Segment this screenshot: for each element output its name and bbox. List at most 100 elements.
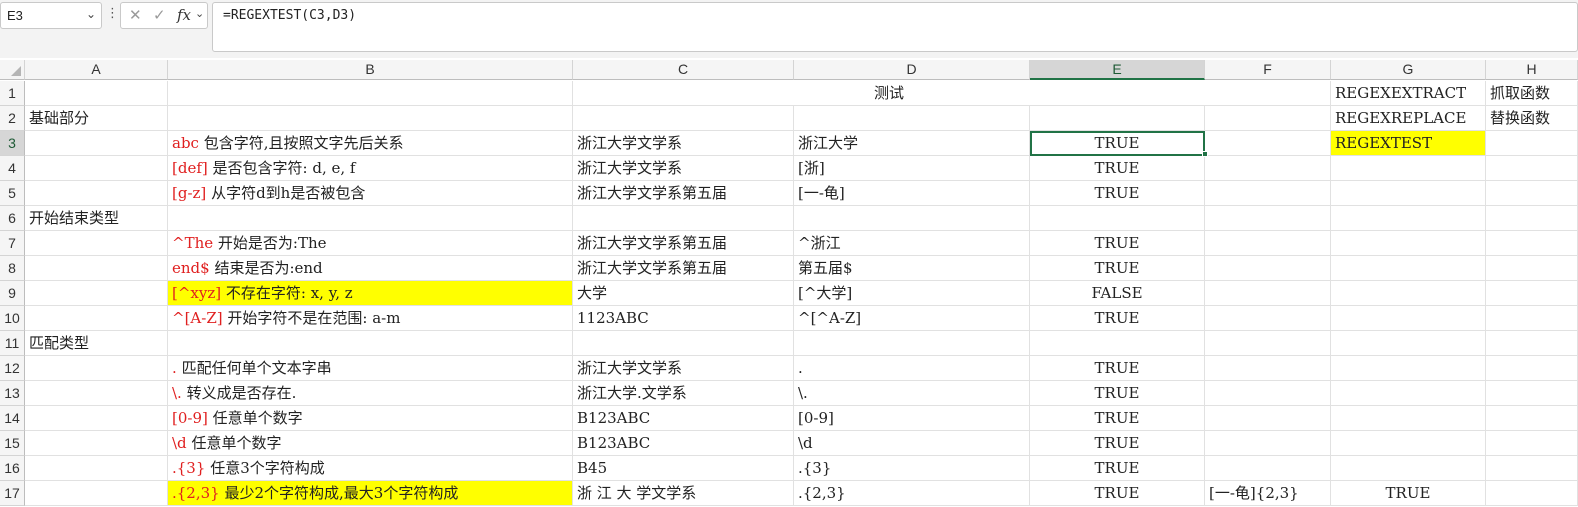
row-header-14[interactable]: 14 (0, 406, 25, 431)
empty-cell[interactable] (1205, 81, 1331, 106)
empty-cell[interactable] (1486, 206, 1578, 231)
cell-b7[interactable]: ^The 开始是否为:The (168, 231, 573, 256)
empty-cell[interactable] (25, 381, 168, 406)
cell-d10[interactable]: ^[^A-Z] (794, 306, 1030, 331)
empty-cell[interactable] (25, 81, 168, 106)
empty-cell[interactable] (1205, 306, 1331, 331)
column-header-a[interactable]: A (25, 60, 168, 80)
cell-b9[interactable]: [^xyz] 不存在字符: x, y, z (168, 281, 573, 306)
column-header-d[interactable]: D (794, 60, 1030, 80)
empty-cell[interactable] (1331, 356, 1486, 381)
empty-cell[interactable] (1205, 106, 1331, 131)
empty-cell[interactable] (1205, 131, 1331, 156)
row-header-11[interactable]: 11 (0, 331, 25, 356)
column-header-f[interactable]: F (1205, 60, 1331, 80)
cell-h2[interactable]: 替换函数 (1486, 106, 1578, 131)
cell-c8[interactable]: 浙江大学文学系第五届 (573, 256, 794, 281)
row-header-6[interactable]: 6 (0, 206, 25, 231)
empty-cell[interactable] (25, 231, 168, 256)
empty-cell[interactable] (1331, 456, 1486, 481)
fill-handle[interactable] (1202, 151, 1208, 157)
cell-b3[interactable]: abc 包含字符,且按照文字先后关系 (168, 131, 573, 156)
empty-cell[interactable] (1486, 431, 1578, 456)
empty-cell[interactable] (1331, 406, 1486, 431)
cell-a6[interactable]: 开始结束类型 (25, 206, 168, 231)
name-box[interactable]: E3 ⌄ (0, 2, 102, 29)
x-icon[interactable]: ✕ (129, 6, 142, 24)
row-header-13[interactable]: 13 (0, 381, 25, 406)
empty-cell[interactable] (1030, 206, 1205, 231)
empty-cell[interactable] (1205, 281, 1331, 306)
empty-cell[interactable] (1030, 331, 1205, 356)
function-icon[interactable]: fx (177, 6, 191, 24)
cell-g1[interactable]: REGEXEXTRACT (1331, 81, 1486, 106)
cell-b12[interactable]: . 匹配任何单个文本字串 (168, 356, 573, 381)
column-header-e[interactable]: E (1030, 60, 1205, 80)
empty-cell[interactable] (168, 206, 573, 231)
empty-cell[interactable] (1486, 381, 1578, 406)
row-header-2[interactable]: 2 (0, 106, 25, 131)
empty-cell[interactable] (25, 156, 168, 181)
row-header-8[interactable]: 8 (0, 256, 25, 281)
empty-cell[interactable] (25, 131, 168, 156)
empty-cell[interactable] (1205, 256, 1331, 281)
empty-cell[interactable] (25, 256, 168, 281)
cell-e9[interactable]: FALSE (1030, 281, 1205, 306)
cell-e14[interactable]: TRUE (1030, 406, 1205, 431)
row-header-7[interactable]: 7 (0, 231, 25, 256)
formula-input[interactable]: =REGEXTEST(C3,D3) (212, 2, 1578, 52)
chevron-down-icon[interactable]: ⌄ (86, 7, 96, 21)
empty-cell[interactable] (25, 431, 168, 456)
row-header-17[interactable]: 17 (0, 481, 25, 506)
cell-b14[interactable]: [0-9] 任意单个数字 (168, 406, 573, 431)
cell-a2[interactable]: 基础部分 (25, 106, 168, 131)
empty-cell[interactable] (168, 331, 573, 356)
empty-cell[interactable] (25, 281, 168, 306)
cell-c14[interactable]: B123ABC (573, 406, 794, 431)
cell-c13[interactable]: 浙江大学.文学系 (573, 381, 794, 406)
empty-cell[interactable] (1205, 181, 1331, 206)
empty-cell[interactable] (1486, 356, 1578, 381)
empty-cell[interactable] (1486, 231, 1578, 256)
empty-cell[interactable] (1205, 406, 1331, 431)
empty-cell[interactable] (1486, 156, 1578, 181)
cell-c9[interactable]: 大学 (573, 281, 794, 306)
empty-cell[interactable] (1331, 431, 1486, 456)
empty-cell[interactable] (25, 306, 168, 331)
empty-cell[interactable] (1331, 156, 1486, 181)
empty-cell[interactable] (1486, 281, 1578, 306)
row-header-9[interactable]: 9 (0, 281, 25, 306)
cell-c15[interactable]: B123ABC (573, 431, 794, 456)
empty-cell[interactable] (1205, 156, 1331, 181)
cell-c12[interactable]: 浙江大学文学系 (573, 356, 794, 381)
empty-cell[interactable] (1331, 331, 1486, 356)
cell-c4[interactable]: 浙江大学文学系 (573, 156, 794, 181)
cell-b15[interactable]: \d 任意单个数字 (168, 431, 573, 456)
cell-d5[interactable]: [一-龟] (794, 181, 1030, 206)
row-header-4[interactable]: 4 (0, 156, 25, 181)
cell-h1[interactable]: 抓取函数 (1486, 81, 1578, 106)
cell-a11[interactable]: 匹配类型 (25, 331, 168, 356)
column-header-g[interactable]: G (1331, 60, 1486, 80)
empty-cell[interactable] (1205, 231, 1331, 256)
empty-cell[interactable] (794, 331, 1030, 356)
column-header-h[interactable]: H (1486, 60, 1578, 80)
empty-cell[interactable] (1486, 481, 1578, 506)
cell-d7[interactable]: ^浙江 (794, 231, 1030, 256)
cell-e8[interactable]: TRUE (1030, 256, 1205, 281)
cell-c16[interactable]: B45 (573, 456, 794, 481)
empty-cell[interactable] (573, 206, 794, 231)
cell-d16[interactable]: .{3} (794, 456, 1030, 481)
empty-cell[interactable] (1486, 256, 1578, 281)
cell-d3[interactable]: 浙江大学 (794, 131, 1030, 156)
select-all-button[interactable] (0, 60, 25, 80)
empty-cell[interactable] (1205, 356, 1331, 381)
empty-cell[interactable] (573, 106, 794, 131)
empty-cell[interactable] (1331, 306, 1486, 331)
cell-b8[interactable]: end$ 结束是否为:end (168, 256, 573, 281)
empty-cell[interactable] (1205, 381, 1331, 406)
cell-e15[interactable]: TRUE (1030, 431, 1205, 456)
empty-cell[interactable] (573, 331, 794, 356)
cell-d8[interactable]: 第五届$ (794, 256, 1030, 281)
empty-cell[interactable] (794, 106, 1030, 131)
